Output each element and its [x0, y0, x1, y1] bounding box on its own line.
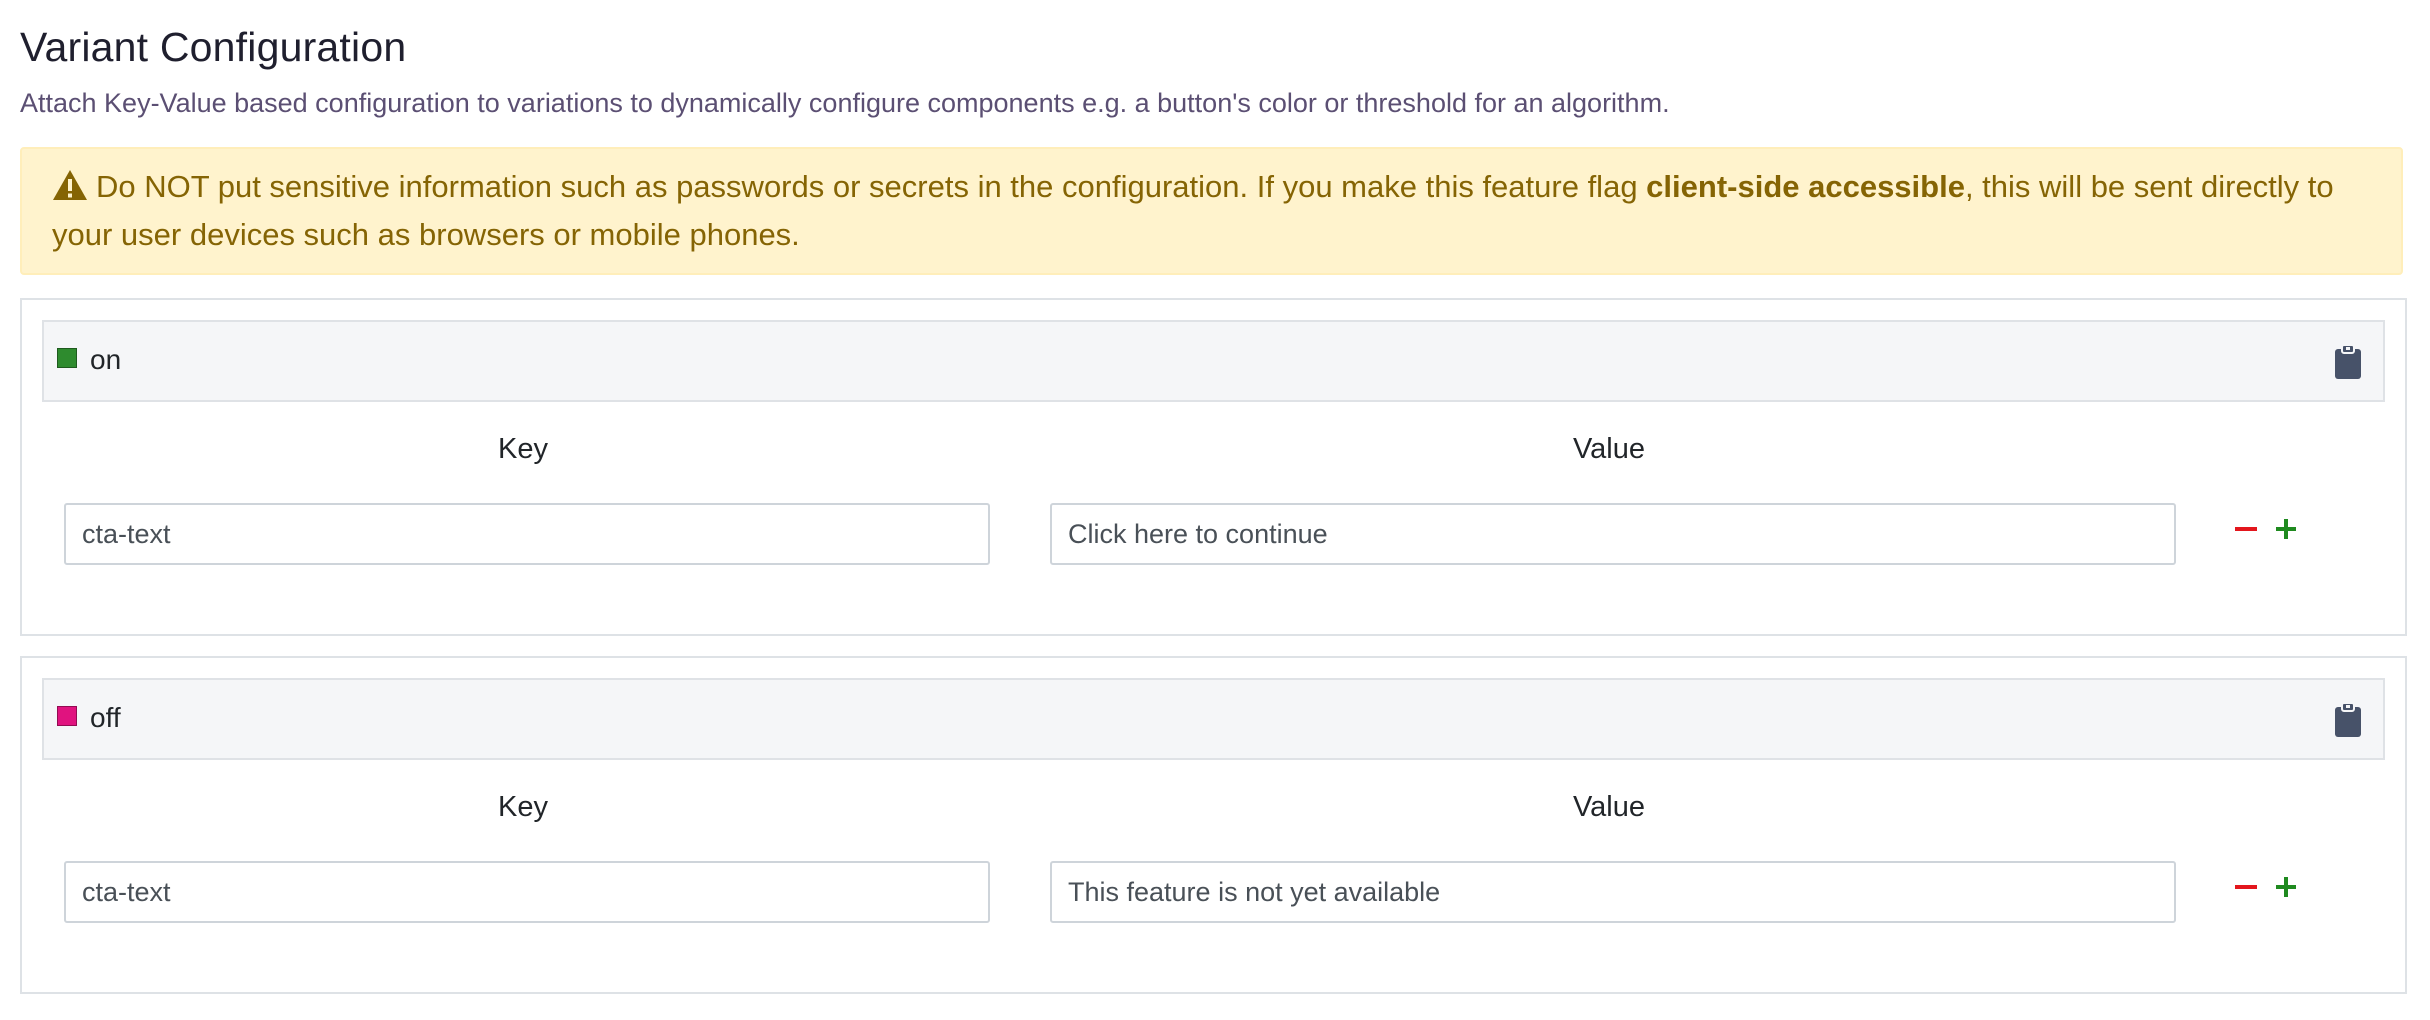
variant-header: off	[42, 678, 2385, 760]
variant-card-on: on Key Value cta-text Click here to cont…	[20, 298, 2407, 636]
key-input[interactable]: cta-text	[64, 861, 990, 923]
clipboard-icon[interactable]	[2334, 702, 2362, 738]
value-column-label: Value	[1572, 791, 1646, 823]
key-column-label: Key	[498, 433, 548, 465]
value-input[interactable]: Click here to continue	[1050, 503, 2176, 565]
warning-icon	[52, 167, 88, 200]
variant-name: on	[90, 344, 122, 375]
value-column-label: Value	[1572, 433, 1646, 465]
page-title: Variant Configuration	[20, 24, 407, 70]
variant-color-swatch	[57, 348, 77, 368]
add-row-button[interactable]	[2271, 512, 2305, 546]
variant-name: off	[90, 702, 121, 733]
remove-row-button[interactable]	[2230, 512, 2264, 546]
warning-text-start: Do NOT put sensitive information such as…	[96, 169, 1647, 204]
clipboard-icon[interactable]	[2334, 344, 2362, 380]
add-row-button[interactable]	[2271, 870, 2305, 904]
warning-text-bold: client-side accessible	[1646, 169, 1965, 204]
remove-row-button[interactable]	[2230, 870, 2264, 904]
variant-color-swatch	[57, 706, 77, 726]
warning-alert: Do NOT put sensitive information such as…	[20, 147, 2403, 275]
key-column-label: Key	[498, 791, 548, 823]
variant-header: on	[42, 320, 2385, 402]
value-input[interactable]: This feature is not yet available	[1050, 861, 2176, 923]
page-subtitle: Attach Key-Value based configuration to …	[20, 88, 1670, 118]
key-input[interactable]: cta-text	[64, 503, 990, 565]
variant-card-off: off Key Value cta-text This feature is n…	[20, 656, 2407, 994]
